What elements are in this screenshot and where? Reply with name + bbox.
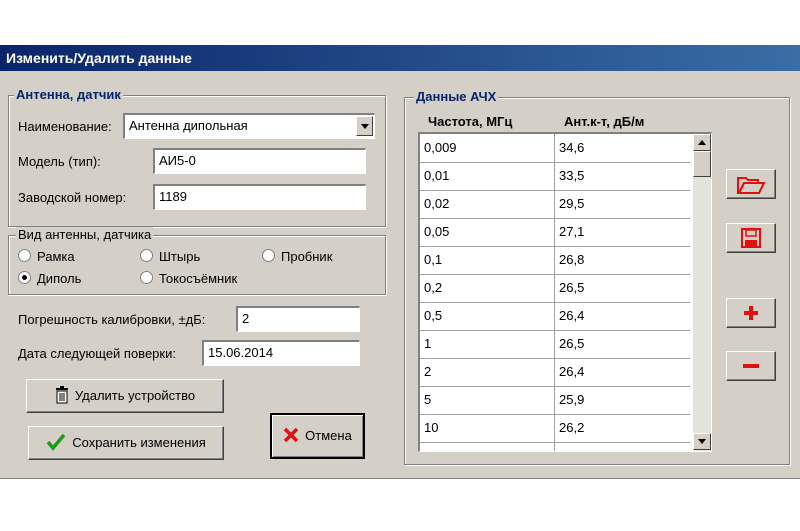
model-field[interactable]: АИ5-0	[153, 148, 366, 174]
radio-label: Штырь	[159, 249, 201, 264]
radio-probnik[interactable]: Пробник	[262, 249, 332, 264]
frequency-cell[interactable]: 0,5	[420, 302, 555, 330]
chevron-down-icon[interactable]	[356, 116, 373, 136]
radio-ramka[interactable]: Рамка	[18, 249, 75, 264]
vertical-scrollbar[interactable]	[693, 134, 711, 451]
table-row[interactable]: 0,1 26,8	[420, 246, 690, 275]
radio-label: Рамка	[37, 249, 75, 264]
delete-device-label: Удалить устройство	[74, 388, 196, 403]
arrow-up-icon	[698, 140, 706, 145]
frequency-cell[interactable]: 0,02	[420, 190, 555, 218]
table-row[interactable]: 0,02 29,5	[420, 190, 690, 219]
antenna-factor-cell[interactable]: 26,4	[555, 302, 689, 330]
next-check-field[interactable]: 15.06.2014	[202, 340, 360, 366]
table-row[interactable]: 5 25,9	[420, 386, 690, 415]
antenna-factor-cell[interactable]: 26,5	[555, 274, 689, 302]
name-value: Антенна дипольная	[129, 118, 248, 133]
scroll-thumb[interactable]	[693, 151, 711, 177]
frequency-cell[interactable]: 2	[420, 358, 555, 386]
radio-circle-selected[interactable]	[18, 271, 31, 284]
frequency-cell[interactable]: 20	[420, 442, 555, 451]
antenna-factor-cell[interactable]: 26,8	[555, 246, 689, 274]
afc-data-table[interactable]: 2025,11026,2525,9226,4126,50,526,40,226,…	[418, 132, 712, 452]
table-row[interactable]: 0,5 26,4	[420, 302, 690, 331]
antenna-factor-cell[interactable]: 27,1	[555, 218, 689, 246]
radio-circle[interactable]	[18, 249, 31, 262]
save-changes-label: Сохранить изменения	[72, 435, 206, 450]
afc-group-label: Данные АЧХ	[414, 89, 499, 104]
name-label: Наименование:	[18, 119, 112, 134]
folder-open-icon	[737, 177, 766, 194]
frequency-cell[interactable]: 0,009	[420, 134, 555, 162]
radio-circle[interactable]	[140, 271, 153, 284]
next-check-label: Дата следующей поверки:	[18, 346, 176, 361]
radio-circle[interactable]	[140, 249, 153, 262]
frequency-cell[interactable]: 0,05	[420, 218, 555, 246]
antenna-factor-cell[interactable]: 26,5	[555, 330, 689, 358]
minus-icon	[743, 364, 759, 368]
frequency-cell[interactable]: 0,1	[420, 246, 555, 274]
name-combobox[interactable]: Антенна дипольная	[123, 113, 375, 139]
table-row[interactable]: 0,01 33,5	[420, 162, 690, 191]
delete-device-button[interactable]: Удалить устройство	[26, 379, 224, 413]
frequency-cell[interactable]: 5	[420, 386, 555, 414]
serial-field[interactable]: 1189	[153, 184, 366, 210]
remove-row-button[interactable]	[726, 351, 776, 381]
radio-shtyr[interactable]: Штырь	[140, 249, 200, 264]
frequency-cell[interactable]: 0,01	[420, 162, 555, 190]
calibration-error-label: Погрешность калибровки, ±дБ:	[18, 312, 206, 327]
frequency-cell[interactable]: 0,2	[420, 274, 555, 302]
window-title: Изменить/Удалить данные	[0, 45, 800, 71]
table-row[interactable]: 1 26,5	[420, 330, 690, 359]
frequency-cell[interactable]: 10	[420, 414, 555, 442]
open-file-button[interactable]	[726, 169, 776, 199]
radio-dipol[interactable]: Диполь	[18, 271, 81, 286]
plus-icon	[744, 306, 758, 320]
antenna-factor-cell[interactable]: 29,5	[555, 190, 689, 218]
antenna-factor-cell[interactable]: 34,6	[555, 134, 689, 162]
antenna-factor-cell[interactable]: 25,1	[555, 442, 689, 451]
antenna-factor-cell[interactable]: 26,2	[555, 414, 689, 442]
radio-label: Пробник	[281, 249, 333, 264]
table-row[interactable]: 2 26,4	[420, 358, 690, 387]
trash-can-icon	[55, 386, 68, 404]
cancel-label: Отмена	[305, 428, 352, 443]
model-label: Модель (тип):	[18, 154, 101, 169]
radio-circle[interactable]	[262, 249, 275, 262]
cancel-button[interactable]: Отмена	[270, 413, 365, 459]
table-row[interactable]: 0,009 34,6	[420, 134, 690, 163]
table-row[interactable]: 2025,1	[420, 442, 690, 451]
arrow-down-icon	[698, 439, 706, 444]
add-row-button[interactable]	[726, 298, 776, 328]
save-file-button[interactable]	[726, 223, 776, 253]
col-header-frequency: Частота, МГц	[428, 114, 513, 129]
check-mark-icon	[46, 433, 66, 451]
floppy-disk-icon	[741, 228, 761, 248]
table-row[interactable]: 10 26,2	[420, 414, 690, 443]
serial-label: Заводской номер:	[18, 190, 127, 205]
col-header-antenna-factor: Ант.к-т, дБ/м	[564, 114, 645, 129]
antenna-factor-cell[interactable]: 26,4	[555, 358, 689, 386]
table-row[interactable]: 0,05 27,1	[420, 218, 690, 247]
antenna-type-group	[8, 235, 386, 295]
red-x-icon	[283, 427, 299, 443]
radio-label: Токосъёмник	[159, 271, 238, 286]
scroll-up-button[interactable]	[693, 134, 711, 151]
radio-label: Диполь	[37, 271, 82, 286]
frequency-cell[interactable]: 1	[420, 330, 555, 358]
scroll-down-button[interactable]	[693, 433, 711, 450]
antenna-group-label: Антенна, датчик	[14, 87, 123, 102]
radio-tokosemnik[interactable]: Токосъёмник	[140, 271, 237, 286]
antenna-type-label: Вид антенны, датчика	[16, 227, 154, 242]
save-changes-button[interactable]: Сохранить изменения	[28, 426, 224, 460]
table-row[interactable]: 0,2 26,5	[420, 274, 690, 303]
antenna-factor-cell[interactable]: 33,5	[555, 162, 689, 190]
calibration-error-field[interactable]: 2	[236, 306, 360, 332]
antenna-factor-cell[interactable]: 25,9	[555, 386, 689, 414]
